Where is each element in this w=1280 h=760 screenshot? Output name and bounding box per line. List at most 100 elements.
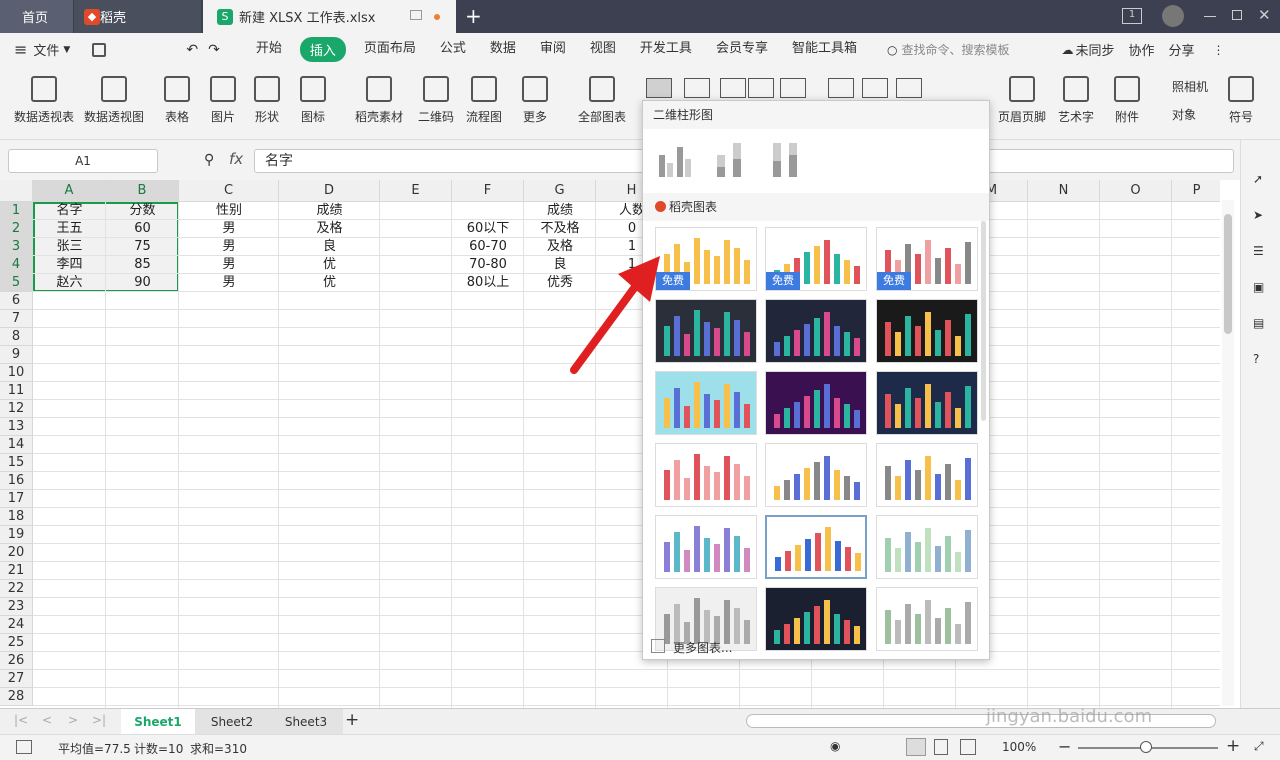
other-chart-icon[interactable] [896,78,922,98]
book-view-icon[interactable] [960,739,976,755]
menu-item-7[interactable]: 开发工具 [640,37,692,62]
column-header-F[interactable]: F [452,180,524,202]
save-icon[interactable] [92,42,107,57]
row-header-20[interactable]: 20 [0,544,33,562]
toolbar-11[interactable]: 页眉页脚 [998,76,1046,125]
share-button[interactable]: 分享 [1168,40,1194,59]
cell-D1[interactable]: 成绩 [279,202,380,220]
toolbar-10[interactable]: 全部图表 [578,76,626,125]
chart-template-7[interactable] [655,371,757,435]
fullscreen-icon[interactable]: ⤢ [1254,739,1264,754]
toolbar-13[interactable]: 附件 [1114,76,1140,125]
cell-B5[interactable]: 90 [106,274,179,292]
menu-file[interactable]: 文件 [33,40,59,59]
zoom-level[interactable]: 100% [1002,740,1036,754]
sheet-nav-next[interactable]: > [68,713,78,727]
undo-icon[interactable]: ↶ [186,42,198,58]
restore-icon[interactable] [1232,10,1242,20]
row-header-5[interactable]: 5 [0,274,33,292]
toolbar-4[interactable]: 形状 [254,76,280,125]
chart-template-5[interactable] [765,299,867,363]
row-header-11[interactable]: 11 [0,382,33,400]
cell-F1[interactable] [452,202,524,220]
zoom-search-icon[interactable]: ⚲ [204,152,214,168]
row-header-9[interactable]: 9 [0,346,33,364]
chart-template-10[interactable] [655,443,757,507]
column-chart-icon[interactable] [646,78,672,98]
toolbar-1[interactable]: 数据透视图 [84,76,144,125]
row-header-27[interactable]: 27 [0,670,33,688]
row-header-28[interactable]: 28 [0,688,33,706]
menu-item-1[interactable]: 插入 [299,37,346,62]
toolbar-5[interactable]: 图标 [300,76,326,125]
area-chart-icon[interactable] [828,78,854,98]
column-header-C[interactable]: C [179,180,279,202]
cell-C1[interactable]: 性别 [179,202,279,220]
menu-item-8[interactable]: 会员专享 [716,37,768,62]
toolbar-7[interactable]: 二维码 [418,76,454,125]
row-header-16[interactable]: 16 [0,472,33,490]
cell-D5[interactable]: 优 [279,274,380,292]
rocket-icon[interactable]: ➚ [1253,172,1263,186]
page-icon[interactable]: ▣ [1253,280,1264,294]
new-tab-button[interactable]: + [465,4,482,28]
eye-icon[interactable]: ◉ [830,739,840,753]
column-header-N[interactable]: N [1028,180,1100,202]
bar-chart-icon[interactable] [684,78,710,98]
menu-item-2[interactable]: 页面布局 [364,37,416,62]
toolbar-9[interactable]: 更多 [522,76,548,125]
cell-D2[interactable]: 及格 [279,220,380,238]
column-header-D[interactable]: D [279,180,380,202]
row-header-26[interactable]: 26 [0,652,33,670]
fx-label[interactable]: fx [229,150,243,168]
toolbar-12[interactable]: 艺术字 [1058,76,1094,125]
combo-chart-icon[interactable] [862,78,888,98]
row-header-25[interactable]: 25 [0,634,33,652]
cell-D3[interactable]: 良 [279,238,380,256]
toolbar-2[interactable]: 表格 [164,76,190,125]
cursor-icon[interactable]: ➤ [1253,208,1263,222]
cell-A4[interactable]: 李四 [33,256,106,274]
monitor-icon[interactable] [410,10,422,20]
column-header-B[interactable]: B [106,180,179,202]
camera-button[interactable]: 照相机 [1172,78,1208,95]
menu-item-3[interactable]: 公式 [440,37,466,62]
row-header-24[interactable]: 24 [0,616,33,634]
chart-template-6[interactable] [876,299,978,363]
help-icon[interactable]: ? [1253,352,1259,366]
cell-C5[interactable]: 男 [179,274,279,292]
row-header-22[interactable]: 22 [0,580,33,598]
chart-template-11[interactable] [765,443,867,507]
row-header-10[interactable]: 10 [0,364,33,382]
chart-template-15[interactable] [876,515,978,579]
chart-template-9[interactable] [876,371,978,435]
chart-template-1[interactable]: 免费 [655,227,757,291]
menu-item-5[interactable]: 审阅 [540,37,566,62]
sheet-nav-first[interactable]: |< [14,713,28,727]
cell-F2[interactable]: 60以下 [452,220,524,238]
status-icon[interactable] [16,740,32,754]
collab-button[interactable]: 协作 [1128,40,1154,59]
cell-B4[interactable]: 85 [106,256,179,274]
chart-template-8[interactable] [765,371,867,435]
column-header-E[interactable]: E [380,180,452,202]
row-header-4[interactable]: 4 [0,256,33,274]
chart-template-17[interactable] [765,587,867,651]
cell-G1[interactable]: 成绩 [524,202,596,220]
search-input[interactable]: 查找命令、搜索模板 [901,41,1041,58]
object-button[interactable]: 对象 [1172,106,1196,123]
minimize-icon[interactable] [1204,16,1216,17]
cell-B3[interactable]: 75 [106,238,179,256]
inbox-icon[interactable]: ▤ [1253,316,1264,330]
cell-B2[interactable]: 60 [106,220,179,238]
row-header-21[interactable]: 21 [0,562,33,580]
cell-F3[interactable]: 60-70 [452,238,524,256]
cell-C4[interactable]: 男 [179,256,279,274]
chart-template-13[interactable] [655,515,757,579]
more-icon[interactable]: ⋮ [1213,43,1225,57]
cell-C2[interactable]: 男 [179,220,279,238]
row-header-19[interactable]: 19 [0,526,33,544]
row-header-18[interactable]: 18 [0,508,33,526]
toolbar-14[interactable]: 符号 [1228,76,1254,125]
column-header-O[interactable]: O [1100,180,1172,202]
